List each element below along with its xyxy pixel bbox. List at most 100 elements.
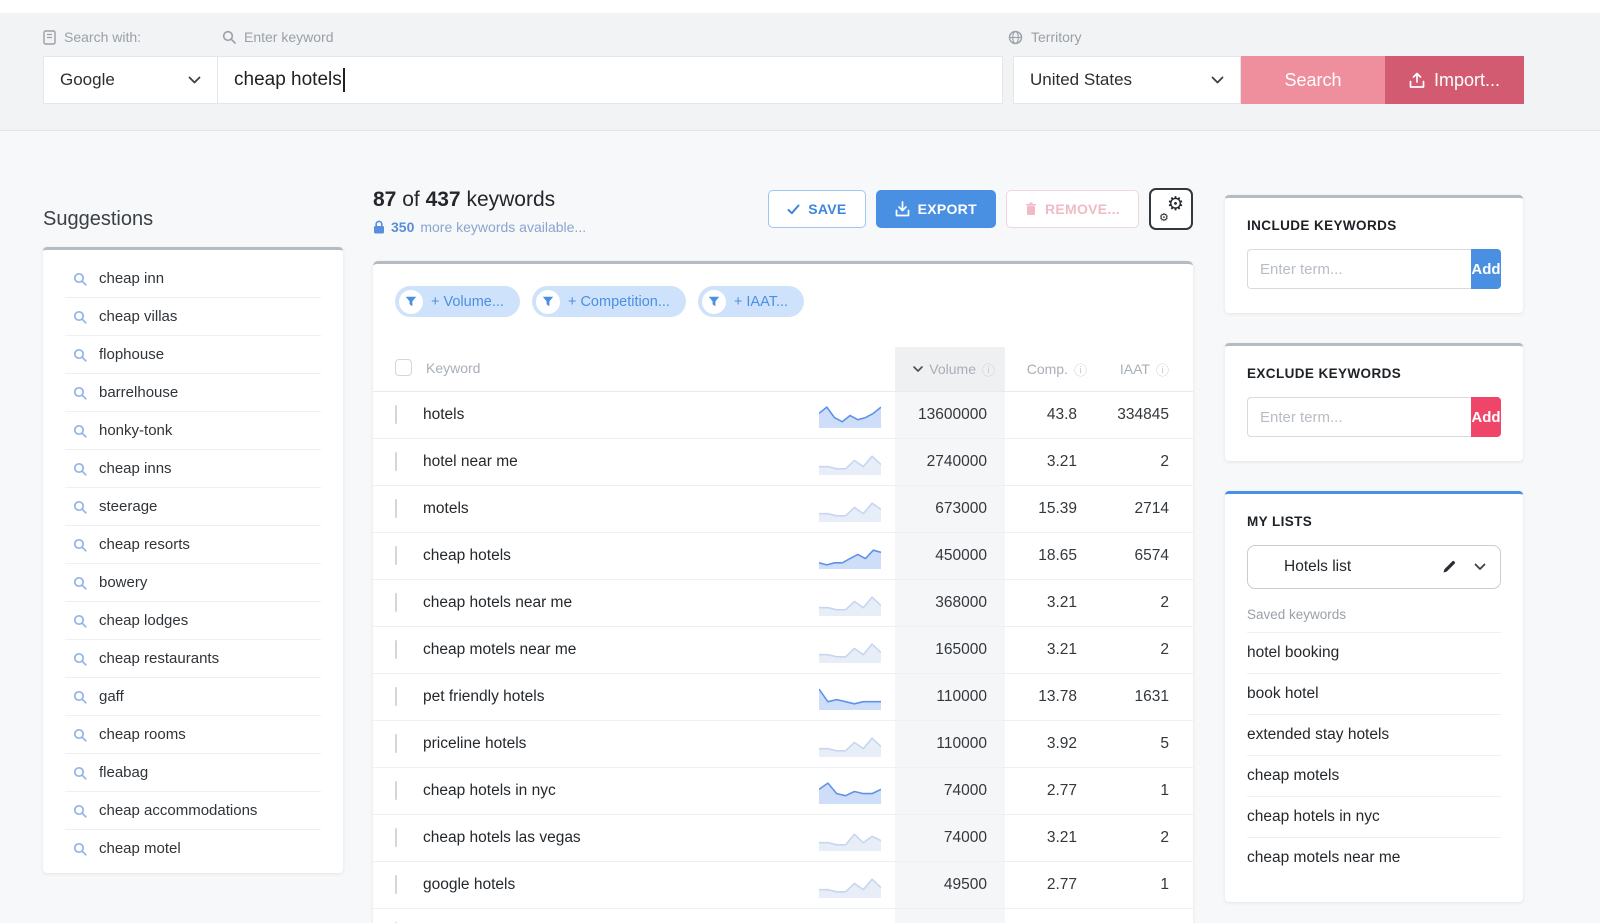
row-comp: 3.21 — [1047, 594, 1077, 611]
suggestion-item[interactable]: cheap accommodations — [65, 792, 321, 830]
row-keyword[interactable]: cheap hotels in nyc — [423, 782, 556, 799]
row-volume: 49500 — [944, 876, 987, 893]
filter-chip[interactable]: + Volume... — [395, 286, 520, 317]
suggestions-panel: Suggestions cheap inn cheap villas floph… — [43, 180, 343, 873]
suggestion-item[interactable]: cheap lodges — [65, 602, 321, 640]
list-select[interactable]: Hotels list — [1247, 545, 1501, 589]
row-checkbox[interactable] — [395, 734, 397, 753]
row-checkbox[interactable] — [395, 781, 397, 800]
saved-keyword-item[interactable]: book hotel — [1247, 674, 1501, 715]
suggestion-item[interactable]: barrelhouse — [65, 374, 321, 412]
row-comp: 18.65 — [1038, 547, 1077, 564]
row-keyword[interactable]: hotel near me — [423, 453, 518, 470]
row-keyword[interactable]: hotels — [423, 406, 464, 423]
row-volume: 74000 — [944, 829, 987, 846]
suggestion-item[interactable]: cheap villas — [65, 298, 321, 336]
results-count-current: 87 — [373, 188, 396, 211]
territory-select[interactable]: United States — [1013, 56, 1241, 104]
info-icon[interactable]: ⓘ — [1074, 360, 1087, 379]
export-button[interactable]: EXPORT — [876, 190, 996, 228]
suggestion-item[interactable]: cheap rooms — [65, 716, 321, 754]
row-checkbox[interactable] — [395, 640, 397, 659]
include-term-input[interactable] — [1247, 249, 1471, 289]
info-icon[interactable]: ⓘ — [982, 360, 995, 379]
filter-chip[interactable]: + Competition... — [532, 286, 686, 317]
suggestion-item[interactable]: cheap restaurants — [65, 640, 321, 678]
row-checkbox[interactable] — [395, 499, 397, 518]
search-icon — [73, 652, 87, 666]
filter-chip-label: + Competition... — [568, 294, 670, 310]
row-iaat: 2 — [1160, 453, 1169, 470]
saved-keyword-item[interactable]: hotel booking — [1247, 633, 1501, 674]
territory-label: Territory — [1031, 29, 1082, 45]
search-button[interactable]: Search — [1241, 56, 1385, 104]
row-checkbox[interactable] — [395, 546, 397, 565]
device-icon — [43, 30, 56, 45]
row-keyword[interactable]: cheap hotels — [423, 547, 511, 564]
exclude-term-input[interactable] — [1247, 397, 1471, 437]
row-comp: 43.8 — [1047, 406, 1077, 423]
filter-chip-label: + Volume... — [431, 294, 504, 310]
suggestion-item[interactable]: cheap inns — [65, 450, 321, 488]
pencil-icon[interactable] — [1442, 560, 1456, 574]
chevron-down-icon — [188, 76, 201, 84]
locked-keywords-note[interactable]: 350 more keywords available... — [373, 219, 586, 235]
row-keyword[interactable]: cheap hotels las vegas — [423, 829, 581, 846]
suggestion-item[interactable]: steerage — [65, 488, 321, 526]
settings-button[interactable]: ⚙ ⚙ — [1149, 188, 1193, 230]
row-checkbox[interactable] — [395, 593, 397, 612]
column-header-iaat[interactable]: IAAT ⓘ — [1097, 347, 1193, 392]
row-checkbox[interactable] — [395, 452, 397, 471]
suggestion-item[interactable]: fleabag — [65, 754, 321, 792]
keywords-table: Keyword Volume ⓘ Comp. — [373, 347, 1193, 923]
table-row: motels 673000 15.39 2714 — [373, 486, 1193, 533]
save-button[interactable]: SAVE — [768, 190, 865, 228]
row-keyword[interactable]: pet friendly hotels — [423, 688, 545, 705]
suggestion-item[interactable]: bowery — [65, 564, 321, 602]
suggestion-item[interactable]: gaff — [65, 678, 321, 716]
saved-keyword-item[interactable]: cheap motels near me — [1247, 838, 1501, 878]
top-strip — [0, 0, 1600, 13]
row-keyword[interactable]: motels — [423, 500, 469, 517]
row-checkbox[interactable] — [395, 405, 397, 424]
import-button[interactable]: Import... — [1385, 56, 1524, 104]
row-keyword[interactable]: google hotels — [423, 876, 515, 893]
saved-keyword-item[interactable]: cheap hotels in nyc — [1247, 797, 1501, 838]
select-all-checkbox[interactable] — [395, 359, 412, 376]
info-icon[interactable]: ⓘ — [1156, 360, 1169, 379]
row-checkbox[interactable] — [395, 687, 397, 706]
column-header-keyword[interactable]: Keyword — [426, 360, 480, 376]
suggestion-label: cheap lodges — [99, 612, 188, 629]
row-keyword[interactable]: cheap hotels near me — [423, 594, 572, 611]
trend-sparkline — [819, 731, 881, 757]
column-header-volume[interactable]: Volume ⓘ — [895, 347, 1005, 392]
suggestion-label: steerage — [99, 498, 157, 515]
search-icon — [73, 462, 87, 476]
trend-sparkline — [819, 637, 881, 663]
row-comp: 13.78 — [1038, 688, 1077, 705]
saved-keyword-item[interactable]: extended stay hotels — [1247, 715, 1501, 756]
row-keyword[interactable]: priceline hotels — [423, 735, 526, 752]
suggestion-item[interactable]: cheap resorts — [65, 526, 321, 564]
row-checkbox[interactable] — [395, 828, 397, 847]
column-header-comp[interactable]: Comp. ⓘ — [1005, 347, 1097, 392]
suggestion-item[interactable]: cheap motel — [65, 830, 321, 867]
keyword-input[interactable]: cheap hotels — [218, 56, 1003, 104]
saved-keyword-item[interactable]: cheap motels — [1247, 756, 1501, 797]
territory-select-value: United States — [1030, 70, 1132, 90]
suggestion-label: cheap inns — [99, 460, 172, 477]
suggestion-item[interactable]: honky-tonk — [65, 412, 321, 450]
suggestion-item[interactable]: cheap inn — [65, 260, 321, 298]
row-checkbox[interactable] — [395, 875, 397, 894]
column-header-spacer — [809, 347, 895, 392]
exclude-keywords-title: EXCLUDE KEYWORDS — [1247, 366, 1501, 381]
include-add-button[interactable]: Add — [1471, 249, 1501, 289]
filter-chip[interactable]: + IAAT... — [698, 286, 804, 317]
remove-button[interactable]: REMOVE... — [1006, 190, 1139, 228]
check-icon — [787, 204, 800, 215]
suggestion-item[interactable]: flophouse — [65, 336, 321, 374]
row-keyword[interactable]: cheap motels near me — [423, 641, 576, 658]
exclude-add-button[interactable]: Add — [1471, 397, 1501, 437]
engine-select[interactable]: Google — [43, 56, 218, 104]
engine-select-value: Google — [60, 70, 115, 90]
